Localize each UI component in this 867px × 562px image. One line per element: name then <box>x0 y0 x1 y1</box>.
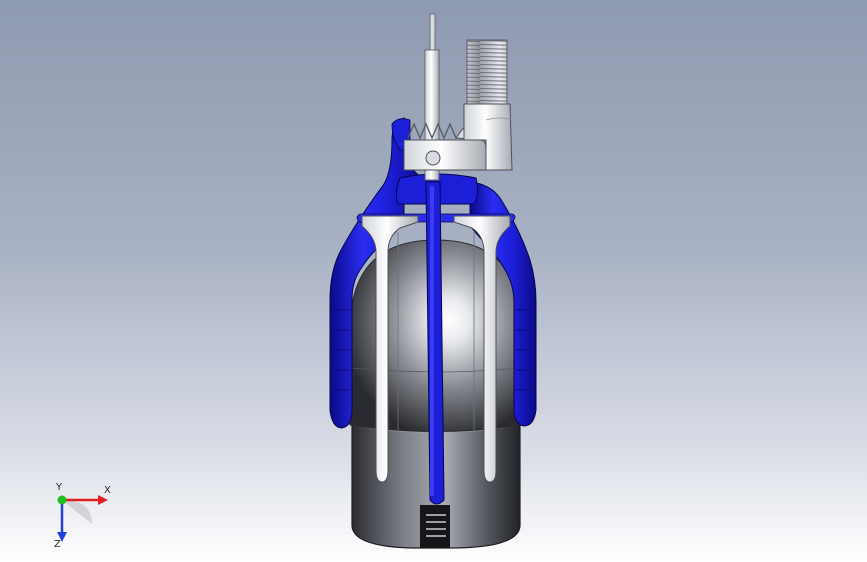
x-axis-arrowhead <box>98 495 108 505</box>
y-axis-dot <box>57 495 67 505</box>
x-axis-label: X <box>104 485 111 496</box>
graphics-viewport[interactable]: X Y Z <box>0 0 867 562</box>
y-axis-label: Y <box>55 482 63 493</box>
view-orientation-triad: X Y Z <box>54 482 111 548</box>
z-axis-label: Z <box>54 539 61 548</box>
pump-assembly-model[interactable] <box>0 0 867 562</box>
